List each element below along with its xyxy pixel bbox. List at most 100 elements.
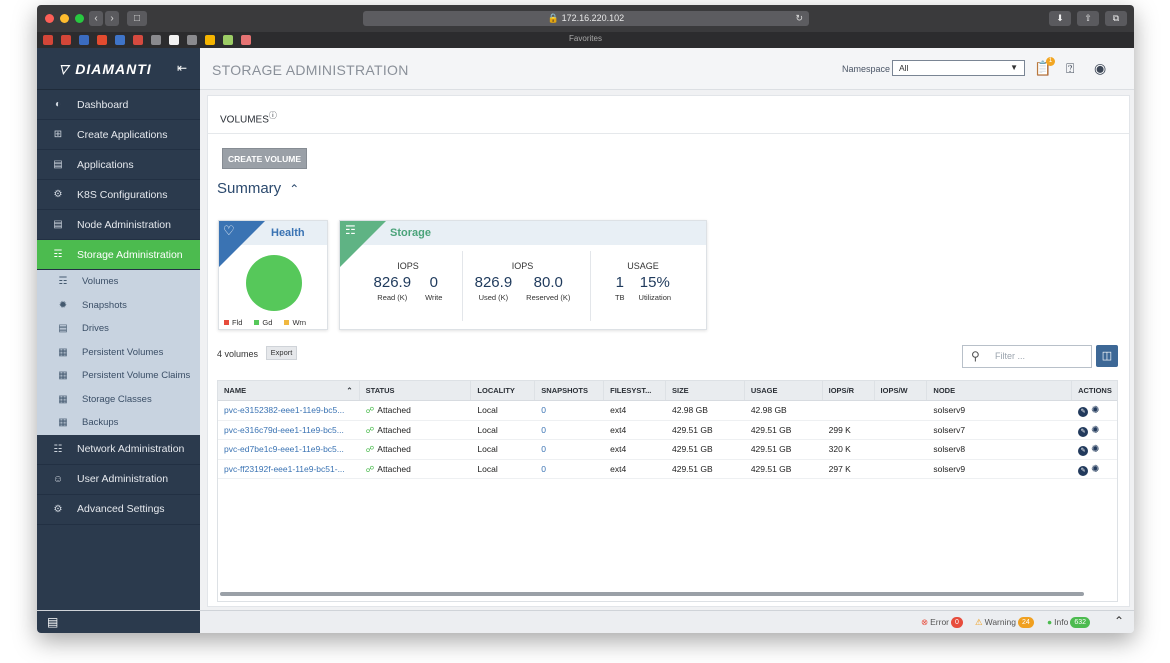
- snapshot-action-icon[interactable]: ✺: [1091, 421, 1099, 440]
- column-header-name[interactable]: NAME ⌃: [218, 381, 360, 400]
- volume-iops-read: 297 K: [828, 463, 851, 474]
- sidebar-item-label: Create Applications: [77, 128, 168, 141]
- volume-node: solserv7: [933, 424, 966, 435]
- snapshot-action-icon[interactable]: ✺: [1091, 460, 1099, 479]
- edit-icon[interactable]: ✎: [1078, 446, 1089, 456]
- close-window-button[interactable]: [45, 14, 54, 23]
- column-header-filesystem[interactable]: FILESYST...: [604, 381, 666, 400]
- sidebar-item-user-administration[interactable]: ☺ User Administration: [37, 465, 200, 495]
- iops-write-label: Write: [425, 293, 443, 302]
- sort-asc-icon: ⌃: [346, 386, 353, 395]
- volume-usage: 429.51 GB: [750, 444, 792, 454]
- volume-snapshots-link[interactable]: 0: [535, 440, 604, 459]
- volume-name-link[interactable]: pvc-e3152382-eee1-11e9-bc5...: [218, 401, 360, 420]
- volume-iops-read: [823, 401, 875, 420]
- sidebar-item-network-administration[interactable]: ☷ Network Administration: [37, 435, 200, 465]
- database-icon: ☶: [345, 223, 356, 237]
- volume-snapshots-link[interactable]: 0: [535, 460, 604, 479]
- tabs-icon[interactable]: ⧉: [1105, 11, 1127, 26]
- volumes-table: NAME ⌃ STATUS LOCALITY SNAPSHOTS FILESYST…: [217, 380, 1118, 602]
- download-icon[interactable]: ⬇: [1049, 11, 1071, 26]
- horizontal-scrollbar[interactable]: [220, 592, 1084, 596]
- error-status[interactable]: ⊗ Error 0: [921, 615, 963, 630]
- stat-title: IOPS: [511, 261, 534, 271]
- sidebar-item-label: User Administration: [77, 473, 169, 485]
- filter-placeholder: Filter ...: [995, 351, 1026, 361]
- sidebar-item-label: K8S Configurations: [77, 188, 168, 201]
- reload-icon[interactable]: ↻: [795, 11, 803, 26]
- subnav-item-persistent-volumes[interactable]: ▦ Persistent Volumes: [37, 341, 200, 365]
- volume-name-link[interactable]: pvc-ed7be1c9-eee1-11e9-bc5...: [218, 440, 360, 459]
- back-button[interactable]: ‹: [89, 11, 103, 26]
- volume-size: 429.51 GB: [671, 444, 713, 454]
- users-icon: ☺: [52, 473, 64, 485]
- sidebar-item-node-administration[interactable]: ▤ Node Administration: [37, 210, 200, 240]
- column-header-iops-read[interactable]: IOPS/R: [823, 381, 875, 400]
- info-icon[interactable]: ⓘ: [269, 111, 277, 120]
- snapshot-action-icon[interactable]: ✺: [1091, 401, 1099, 420]
- error-icon: ⊗: [921, 617, 929, 627]
- minimize-window-button[interactable]: [60, 14, 69, 23]
- snapshot-icon: ✹: [58, 299, 68, 311]
- warning-status[interactable]: ⚠ Warning 24: [975, 615, 1034, 630]
- subnav-item-storage-classes[interactable]: ▦ Storage Classes: [37, 388, 200, 412]
- calendar-icon[interactable]: ▤: [47, 615, 58, 629]
- subnav-item-persistent-volume-claims[interactable]: ▦ Persistent Volume Claims: [37, 364, 200, 388]
- help-icon[interactable]: ⍰: [1066, 60, 1074, 77]
- volume-size: 429.51 GB: [671, 463, 713, 474]
- export-button[interactable]: Export: [266, 346, 297, 360]
- filter-input[interactable]: ⚲ Filter ...: [962, 345, 1092, 368]
- share-icon[interactable]: ⇧: [1077, 11, 1099, 26]
- info-status[interactable]: ● Info 632: [1047, 615, 1091, 630]
- sidebar-item-storage-administration[interactable]: ☶ Storage Administration: [37, 240, 200, 270]
- favorites-bar: Favorites: [37, 32, 1134, 48]
- address-bar[interactable]: 🔒 172.16.220.102 ↻: [363, 11, 809, 26]
- user-avatar-icon[interactable]: ◉: [1094, 60, 1106, 77]
- column-header-snapshots[interactable]: SNAPSHOTS: [535, 381, 605, 400]
- attached-icon: ☍: [365, 463, 375, 474]
- storage-title: Storage: [390, 227, 431, 239]
- subnav-item-drives[interactable]: ▤ Drives: [37, 317, 200, 341]
- create-volume-button[interactable]: CREATE VOLUME: [222, 148, 307, 169]
- chevron-up-icon[interactable]: ⌃: [1114, 614, 1124, 628]
- summary-toggle[interactable]: Summary ⌃: [217, 180, 299, 197]
- sidebar-item-applications[interactable]: ▤ Applications: [37, 150, 200, 180]
- favorites-label: Favorites: [569, 34, 602, 43]
- volume-snapshots-link[interactable]: 0: [535, 401, 604, 420]
- column-chooser-button[interactable]: ◫: [1096, 345, 1118, 367]
- maximize-window-button[interactable]: [75, 14, 84, 23]
- volume-snapshots-link[interactable]: 0: [535, 421, 604, 440]
- column-header-status[interactable]: STATUS: [360, 381, 472, 400]
- edit-icon[interactable]: ✎: [1078, 465, 1089, 476]
- column-header-usage[interactable]: USAGE: [745, 381, 823, 400]
- volume-name-link[interactable]: pvc-ff23192f-eee1-11e9-bc51-...: [218, 460, 360, 479]
- forward-button[interactable]: ›: [105, 11, 119, 26]
- namespace-select[interactable]: All ▼: [892, 60, 1025, 76]
- subnav-item-label: Storage Classes: [82, 393, 152, 405]
- sidebar-toggle-icon[interactable]: □: [127, 11, 147, 26]
- volume-name-link[interactable]: pvc-e316c79d-eee1-11e9-bc5...: [218, 421, 360, 440]
- attached-icon: ☍: [365, 444, 375, 454]
- sidebar-item-advanced-settings[interactable]: ⚙ Advanced Settings: [37, 495, 200, 525]
- volume-status: ☍ Attached: [365, 424, 411, 435]
- snapshot-action-icon[interactable]: ✺: [1091, 440, 1099, 459]
- volume-filesystem: ext4: [610, 405, 627, 415]
- column-header-locality[interactable]: LOCALITY: [471, 381, 536, 400]
- sidebar-item-k8s-configurations[interactable]: ⚙ K8S Configurations: [37, 180, 200, 210]
- cog-icon: ⚙: [53, 189, 63, 200]
- column-header-size[interactable]: SIZE: [666, 381, 745, 400]
- subnav-item-snapshots[interactable]: ✹ Snapshots: [37, 294, 200, 318]
- column-header-node[interactable]: NODE: [927, 381, 1073, 400]
- subnav-item-volumes[interactable]: ☶ Volumes: [37, 270, 200, 294]
- health-pie-chart: [246, 255, 302, 311]
- iops-used-label: Used (K): [478, 293, 509, 302]
- subnav-item-backups[interactable]: ▦ Backups: [37, 411, 200, 435]
- sidebar-item-dashboard[interactable]: ◐ Dashboard: [37, 90, 200, 120]
- edit-icon[interactable]: ✎: [1078, 426, 1089, 437]
- column-header-iops-write[interactable]: IOPS/W: [875, 381, 928, 400]
- stat-divider: [590, 251, 591, 321]
- edit-icon[interactable]: ✎: [1078, 407, 1089, 417]
- sidebar-item-create-applications[interactable]: ⊞ Create Applications: [37, 120, 200, 150]
- collapse-sidebar-icon[interactable]: ⇤: [177, 61, 187, 75]
- brand-text: DIAMANTI: [75, 60, 152, 77]
